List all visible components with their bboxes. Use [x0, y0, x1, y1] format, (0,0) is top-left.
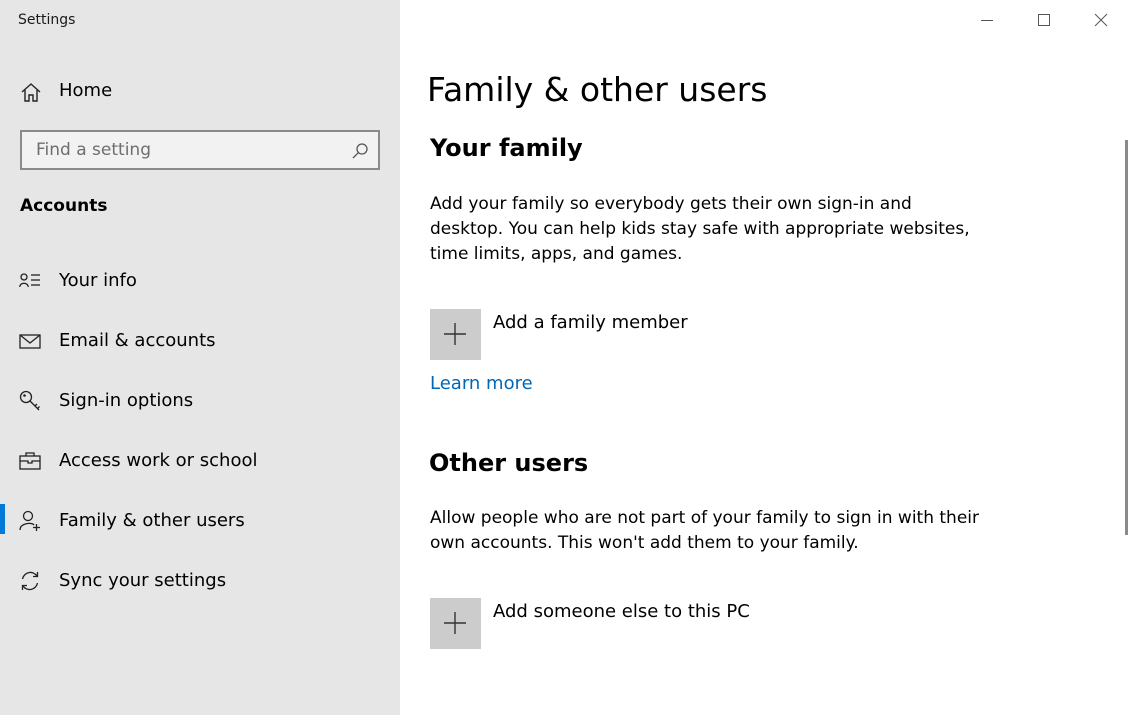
add-person-icon: [19, 510, 40, 531]
sidebar-item-label: Your info: [59, 270, 137, 291]
home-label: Home: [59, 80, 113, 101]
sidebar-item-label: Family & other users: [59, 510, 245, 531]
section-heading-your-family: Your family: [430, 134, 583, 162]
app-title: Settings: [18, 12, 76, 28]
contact-card-icon: [19, 273, 40, 288]
sidebar-item-family-other-users[interactable]: Family & other users: [0, 499, 400, 543]
section-heading-other-users: Other users: [429, 449, 589, 477]
add-someone-else-button[interactable]: Add someone else to this PC: [430, 598, 830, 650]
sidebar-item-access-work-school[interactable]: Access work or school: [0, 439, 400, 483]
sidebar-item-label: Email & accounts: [59, 330, 216, 351]
search-input[interactable]: [22, 132, 342, 168]
sidebar: Settings Home Accounts Your info: [0, 0, 400, 715]
other-users-description: Allow people who are not part of your fa…: [430, 508, 979, 553]
home-icon: [21, 83, 41, 102]
plus-icon: [444, 323, 466, 345]
add-family-member-tile[interactable]: [430, 309, 481, 360]
sidebar-item-email-accounts[interactable]: Email & accounts: [0, 319, 400, 363]
plus-icon: [444, 612, 466, 634]
home-nav-item[interactable]: Home: [0, 71, 400, 111]
learn-more-link[interactable]: Learn more: [430, 373, 533, 394]
search-icon[interactable]: [351, 142, 369, 160]
sidebar-item-label: Sync your settings: [59, 570, 227, 591]
add-family-member-button[interactable]: Add a family member: [430, 309, 830, 361]
sidebar-item-sync-settings[interactable]: Sync your settings: [0, 559, 400, 603]
page-title: Family & other users: [427, 70, 768, 109]
sidebar-item-your-info[interactable]: Your info: [0, 259, 400, 303]
sidebar-item-label: Access work or school: [59, 450, 258, 471]
main-content: Family & other users Your family Add you…: [400, 0, 1130, 715]
add-someone-else-tile[interactable]: [430, 598, 481, 649]
sidebar-item-label: Sign-in options: [59, 390, 194, 411]
briefcase-icon: [19, 452, 41, 470]
sync-icon: [21, 571, 39, 591]
add-family-member-label[interactable]: Add a family member: [493, 312, 688, 333]
selection-indicator: [0, 504, 5, 534]
sidebar-item-sign-in-options[interactable]: Sign-in options: [0, 379, 400, 423]
search-box[interactable]: [20, 130, 380, 170]
envelope-icon: [19, 334, 41, 349]
add-someone-else-label[interactable]: Add someone else to this PC: [493, 601, 750, 622]
family-description: Add your family so everybody gets their …: [430, 194, 970, 264]
section-title-accounts: Accounts: [20, 196, 108, 216]
key-icon: [19, 390, 40, 411]
vertical-scrollbar[interactable]: [1125, 140, 1128, 535]
